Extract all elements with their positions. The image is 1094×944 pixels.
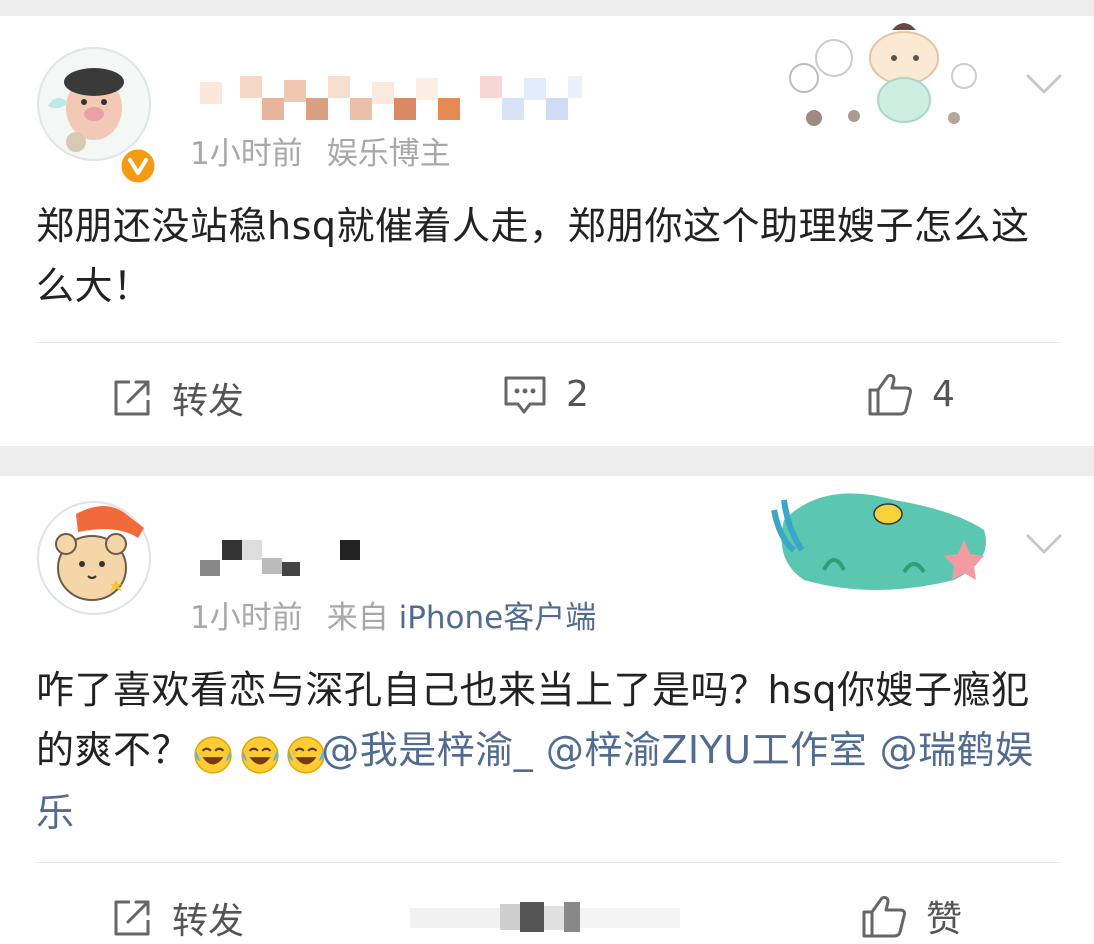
post-time: 1小时前 [190, 600, 303, 636]
avatar[interactable] [36, 500, 152, 616]
post-source-prefix: 来自 [326, 600, 389, 636]
comment-count: 2 [566, 373, 589, 415]
post-time: 1小时前 [190, 136, 303, 172]
username-blurred[interactable] [200, 536, 600, 596]
post-card: 1小时前娱乐博主 郑朋还没站稳hsq就催着人走，郑朋你这个助理嫂子怎么这么大！ [0, 16, 1094, 446]
avatar[interactable] [36, 46, 158, 186]
like-count: 4 [932, 373, 955, 415]
chevron-down-icon[interactable] [1024, 68, 1064, 100]
repost-button[interactable]: 转发 [110, 892, 244, 944]
card-decoration [771, 493, 986, 590]
post-source: 娱乐博主 [326, 136, 451, 172]
repost-button[interactable]: 转发 [110, 372, 244, 424]
laugh-cry-emoji-icon [240, 736, 279, 774]
post-meta: 1小时前 来自 iPhone客户端 [190, 592, 596, 637]
like-icon [862, 896, 906, 938]
post-content: 咋了喜欢看恋与深孔自己也来当上了是吗？hsq你嫂子瘾犯的爽不？ @我是梓渝_ @… [36, 660, 1064, 843]
mention-link[interactable]: @梓渝ZIYU工作室 [546, 728, 867, 772]
repost-label: 转发 [172, 381, 245, 422]
repost-icon [114, 900, 150, 936]
like-button[interactable]: 赞 [860, 890, 962, 942]
divider [36, 342, 1060, 343]
chevron-down-icon[interactable] [1024, 528, 1064, 560]
card-decoration [789, 23, 977, 126]
username-blurred[interactable] [200, 76, 600, 136]
feed: 1小时前娱乐博主 郑朋还没站稳hsq就催着人走，郑朋你这个助理嫂子怎么这么大！ [0, 0, 1094, 944]
emoji-group [192, 723, 325, 783]
post-source-client[interactable]: iPhone客户端 [399, 600, 597, 636]
repost-icon [114, 380, 150, 416]
comment-blurred[interactable] [410, 900, 680, 934]
post-card: 1小时前 来自 iPhone客户端 咋了喜欢看恋与深孔自己也来当上了是吗？hsq你… [0, 476, 1094, 944]
divider [36, 862, 1060, 863]
laugh-cry-emoji-icon [194, 736, 232, 774]
comment-button[interactable]: 2 [502, 372, 589, 416]
mention-link[interactable]: @我是梓渝_ [321, 728, 533, 772]
post-content: 郑朋还没站稳hsq就催着人走，郑朋你这个助理嫂子怎么这么大！ [36, 204, 1030, 308]
verified-badge-icon [118, 146, 158, 186]
comment-icon [504, 376, 546, 414]
like-label: 赞 [926, 899, 963, 940]
like-button[interactable]: 4 [866, 370, 955, 418]
repost-label: 转发 [172, 901, 245, 942]
like-icon [868, 374, 912, 416]
post-meta: 1小时前 娱乐博主 [190, 128, 451, 173]
